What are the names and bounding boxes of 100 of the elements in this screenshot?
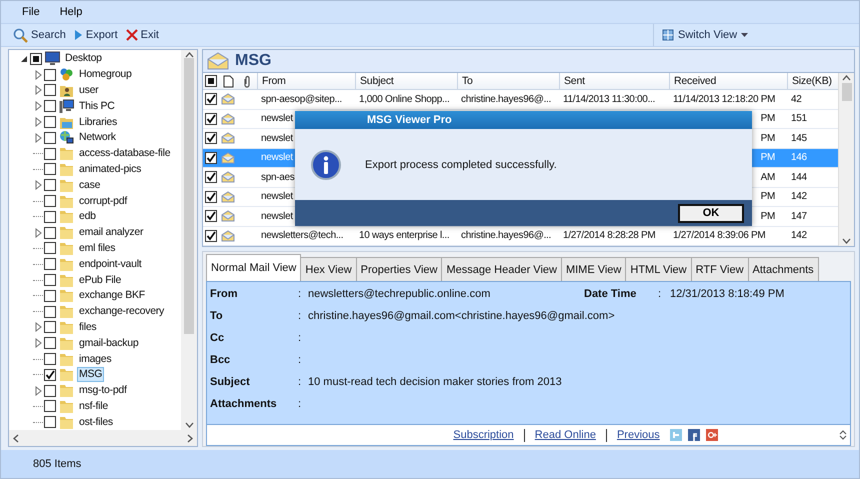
column-header[interactable]: Sent [559,73,669,89]
checkbox[interactable] [44,242,56,254]
tree-item[interactable]: user [77,82,100,98]
expand-icon[interactable] [33,117,43,128]
expand-icon[interactable] [33,386,43,396]
tree-item[interactable]: Desktop [63,51,104,66]
menu-item[interactable]: File [15,4,47,20]
tab[interactable]: Message Header View [441,257,562,281]
checkbox[interactable] [205,75,217,87]
tree-item[interactable]: Homegroup [77,67,134,82]
tree-item[interactable]: ePub File [77,272,124,288]
tab[interactable]: RTF View [690,257,749,281]
link[interactable]: Previous [612,429,664,441]
checkbox[interactable] [205,132,217,144]
column-header[interactable]: To [457,73,559,89]
table-cell: PM [760,113,775,124]
link[interactable]: Read Online [530,429,600,441]
checkbox[interactable] [44,100,56,112]
expand-icon[interactable] [33,101,43,112]
tree-item[interactable]: endpoint-vault [77,256,144,272]
expanded-icon[interactable] [19,54,29,64]
share-icon[interactable] [688,429,700,441]
tree-item[interactable]: files [77,320,98,335]
checkbox[interactable] [44,274,56,286]
expand-icon[interactable] [33,228,43,238]
checkbox[interactable] [44,321,56,334]
scrollbar-thumb[interactable] [184,58,194,334]
checkbox[interactable] [44,179,56,192]
checkbox[interactable] [44,148,56,160]
toolbar-button[interactable]: Export [70,27,122,43]
checkbox[interactable] [205,210,217,222]
column-header[interactable]: Size(KB) [787,73,833,89]
checkbox[interactable] [44,337,56,350]
checkbox[interactable] [44,68,56,81]
toolbar-button[interactable]: Exit [122,27,163,43]
expand-icon[interactable] [33,322,43,332]
tree-item[interactable]: msg-to-pdf [77,383,129,398]
tree-item[interactable]: eml files [77,240,118,256]
checkbox[interactable] [44,306,56,318]
checkbox[interactable] [44,195,56,208]
scrollbar[interactable] [181,50,197,430]
tree-item[interactable]: nsf-file [77,398,110,414]
column-header[interactable]: Received [669,73,787,89]
tab[interactable]: Hex View [300,257,357,281]
checkbox[interactable] [44,416,56,428]
checkbox[interactable] [44,84,56,96]
checkbox[interactable] [44,353,56,366]
expand-icon[interactable] [33,85,43,96]
checkbox[interactable] [205,171,217,184]
checkbox[interactable] [44,384,56,397]
checkbox[interactable] [44,226,56,239]
checkbox[interactable] [30,52,42,65]
expand-icon[interactable] [33,180,43,190]
checkbox[interactable] [205,190,217,203]
tree-item[interactable]: MSG [77,367,104,382]
scrollbar-thumb[interactable] [842,83,852,101]
tree-item[interactable]: corrupt-pdf [77,194,130,209]
tab[interactable]: Normal Mail View [206,254,302,281]
column-header[interactable]: Subject [355,73,457,89]
checkbox[interactable] [44,368,56,381]
checkbox[interactable] [205,152,217,164]
tab[interactable]: Attachments [748,257,819,281]
scrollbar[interactable] [9,430,197,446]
tree-item[interactable]: Network [77,130,118,146]
link[interactable]: Subscription [449,429,518,441]
menu-item[interactable]: Help [52,4,90,20]
column-header[interactable]: From [257,73,355,89]
checkbox[interactable] [44,400,56,412]
tree-item[interactable]: case [77,178,102,193]
checkbox[interactable] [205,112,217,125]
tree-item[interactable]: exchange-recovery [77,304,166,320]
checkbox[interactable] [44,290,56,302]
checkbox[interactable] [44,210,56,223]
scrollbar[interactable] [838,73,854,246]
expand-icon[interactable] [33,70,43,80]
tree-item[interactable]: This PC [77,98,117,114]
tab[interactable]: Properties View [356,257,442,281]
share-icon[interactable] [706,429,718,441]
checkbox[interactable] [205,230,217,242]
expand-icon[interactable] [33,338,43,348]
toolbar-button[interactable]: Search [9,26,70,44]
tree-item[interactable]: animated-pics [77,162,144,177]
tree-item[interactable]: Libraries [77,114,120,130]
expand-icon[interactable] [33,132,43,143]
tree-item[interactable]: edb [77,209,98,224]
ok-button[interactable]: OK [678,204,744,222]
tab[interactable]: HTML View [625,257,692,281]
tree-item[interactable]: ost-files [77,414,115,430]
checkbox[interactable] [44,163,56,176]
tree-item[interactable]: email analyzer [77,225,146,240]
checkbox[interactable] [44,132,56,144]
tab[interactable]: MIME View [560,257,626,281]
tree-item[interactable]: exchange BKF [77,288,147,304]
checkbox[interactable] [44,116,56,128]
tree-item[interactable]: access-database-file [77,146,172,162]
checkbox[interactable] [205,93,217,106]
tree-item[interactable]: images [77,352,114,367]
checkbox[interactable] [44,258,56,270]
switch-view-button[interactable]: Switch View [662,29,748,41]
tree-item[interactable]: gmail-backup [77,336,140,351]
